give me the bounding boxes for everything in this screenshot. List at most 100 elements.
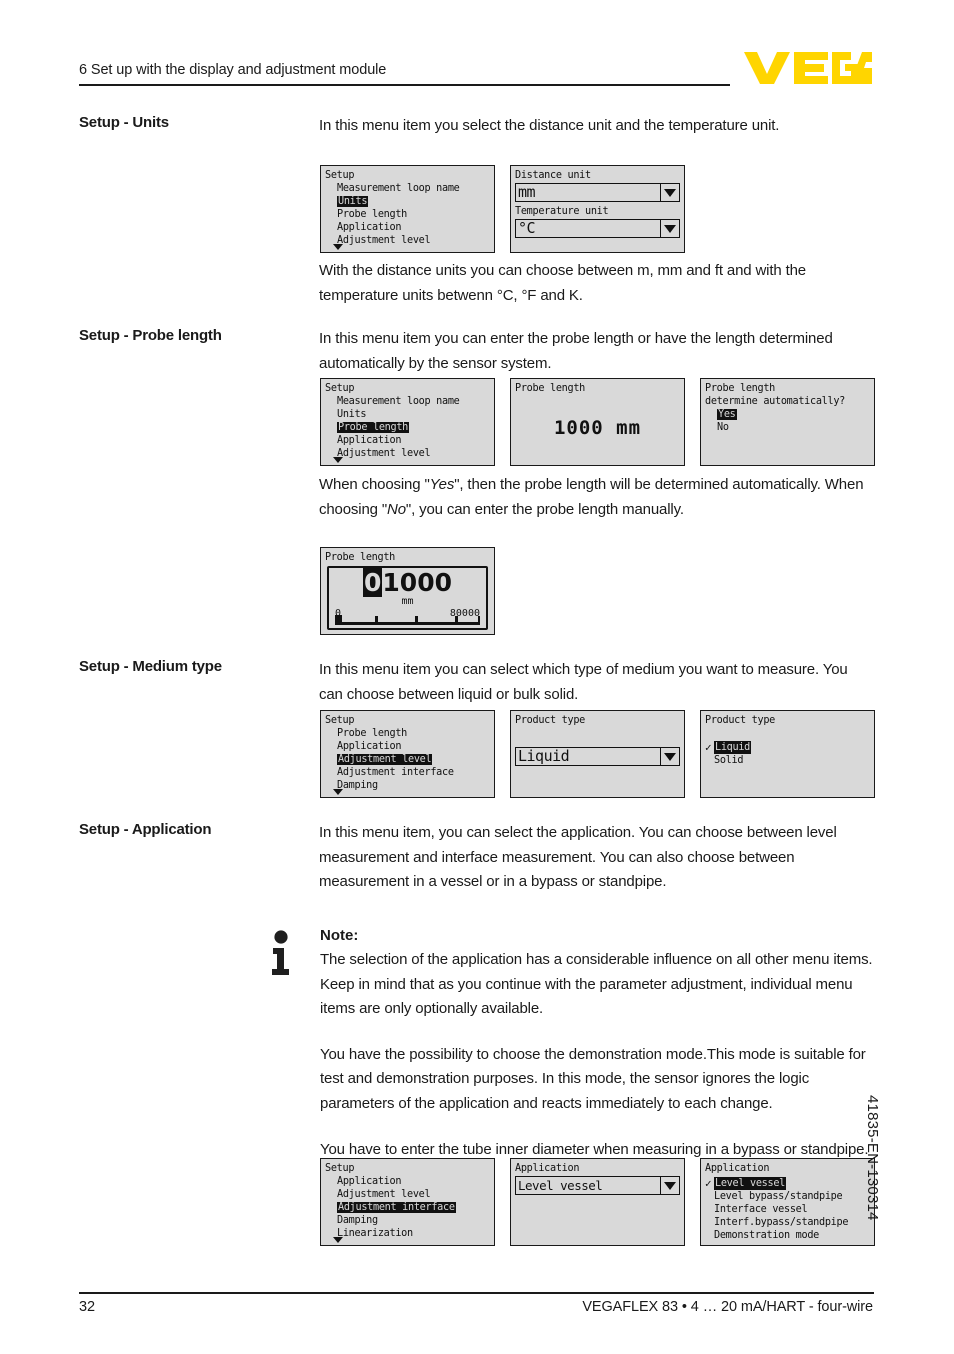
lcd-menu-item-label: Units [337, 409, 367, 421]
lcd-menu-item-selected[interactable]: Units [325, 195, 490, 208]
lcd-menu-item-label: Application [337, 222, 402, 234]
section-units-note: With the distance units you can choose b… [79, 259, 874, 308]
note-paragraph: The selection of the application has a c… [320, 951, 873, 1018]
lcd-menu-item[interactable]: Application [325, 221, 490, 234]
option-label: Interface vessel [714, 1204, 808, 1216]
lcd-menu-item[interactable]: Measurement loop name [325, 395, 490, 408]
paragraph: In this menu item you select the distanc… [319, 117, 780, 134]
note-title: Note: [320, 927, 359, 944]
lcd-menu-item-selected[interactable]: Adjustment interface [325, 1201, 490, 1214]
distance-unit-select[interactable]: mm [515, 183, 680, 203]
lcd-menu-item-selected[interactable]: Adjustment level [325, 753, 490, 766]
lcd-menu-item[interactable]: Damping [325, 779, 490, 792]
lcd-option-label: Yes [717, 409, 737, 421]
temperature-unit-label: Temperature unit [515, 206, 609, 218]
option-label: Level vessel [714, 1177, 787, 1191]
scroll-down-arrow-icon [333, 1237, 343, 1243]
text-suffix: ", you can enter the probe length manual… [405, 500, 684, 518]
lcd-group-medium-type: Setup Probe length Application Adjustmen… [320, 710, 875, 798]
application-option[interactable]: Demonstration mode [705, 1229, 870, 1242]
note-block: Note: The selection of the application h… [268, 925, 874, 1162]
lcd-group-application: Setup Application Adjustment level Adjus… [320, 1158, 875, 1246]
product-line: VEGAFLEX 83 • 4 … 20 mA/HART - four-wire [582, 1299, 873, 1315]
text-no: No [387, 500, 406, 518]
text-yes: Yes [429, 476, 455, 493]
application-option-list: ✓ Level vessel Level bypass/standpipe Int… [705, 1177, 870, 1242]
option-label: Solid [714, 755, 744, 767]
section-probe-length-explain: When choosing "Yes", then the probe leng… [79, 473, 874, 522]
product-type-option[interactable]: Solid [705, 754, 870, 767]
entry-rest-digits: 1000 [382, 568, 452, 598]
lcd-option[interactable]: No [705, 421, 870, 434]
chevron-down-icon[interactable] [660, 1177, 679, 1195]
lcd-menu-item[interactable]: Adjustment level [325, 1188, 490, 1201]
scroll-down-arrow-icon [333, 789, 343, 795]
lcd-option-selected[interactable]: Yes [705, 408, 870, 421]
section-setup-probe-length: Setup - Probe length In this menu item y… [79, 327, 874, 376]
lcd-title-line2: determine automatically? [705, 396, 846, 408]
lcd-menu-item[interactable]: Damping [325, 1214, 490, 1227]
lcd-menu-item[interactable]: Adjustment level [325, 234, 490, 247]
numeric-entry-box[interactable]: 01000 mm 0 80000 [327, 566, 488, 631]
lcd-title: Probe length [325, 552, 396, 563]
lcd-menu-item[interactable]: Adjustment level [325, 447, 490, 460]
lcd-screen-probe-length-value: Probe length 1000 mm [510, 378, 685, 466]
chevron-down-icon[interactable] [660, 184, 679, 202]
option-label: Interf.bypass/standpipe [714, 1217, 849, 1229]
section-label: Setup - Probe length [79, 327, 222, 344]
lcd-menu-item-selected[interactable]: Probe length [325, 421, 490, 434]
section-body: With the distance units you can choose b… [319, 259, 869, 308]
lcd-group-probe-entry: Probe length 01000 mm 0 80000 [320, 547, 495, 635]
lcd-screen-application-list: Application ✓ Level vessel Level bypass/s… [700, 1158, 875, 1246]
header-divider [79, 84, 730, 86]
application-option-selected[interactable]: ✓ Level vessel [705, 1177, 870, 1191]
lcd-menu-item[interactable]: Linearization [325, 1227, 490, 1240]
lcd-screen-setup-menu: Setup Measurement loop name Units Probe … [320, 378, 495, 466]
page-footer: 32 VEGAFLEX 83 • 4 … 20 mA/HART - four-w… [79, 1292, 874, 1315]
lcd-menu-item-label: Damping [337, 780, 378, 792]
lcd-menu-item[interactable]: Application [325, 740, 490, 753]
lcd-menu-item[interactable]: Probe length [325, 727, 490, 740]
application-label: Application [515, 1163, 580, 1174]
lcd-menu-item-label: Probe length [337, 728, 408, 740]
application-option[interactable]: Interface vessel [705, 1203, 870, 1216]
lcd-menu-item[interactable]: Probe length [325, 208, 490, 221]
paragraph: In this menu item you can enter the prob… [319, 330, 833, 372]
section-setup-medium-type: Setup - Medium type In this menu item yo… [79, 658, 874, 707]
application-option[interactable]: Interf.bypass/standpipe [705, 1216, 870, 1229]
section-label: Setup - Application [79, 821, 212, 838]
temperature-unit-select[interactable]: °C [515, 219, 680, 239]
entry-number: 01000 [329, 568, 486, 598]
lcd-menu-item[interactable]: Measurement loop name [325, 182, 490, 195]
lcd-menu-item-label: Application [337, 435, 402, 447]
chevron-down-icon[interactable] [660, 748, 679, 766]
scale-knob[interactable] [335, 615, 342, 626]
product-type-option-selected[interactable]: ✓ Liquid [705, 741, 870, 755]
lcd-menu-item[interactable]: Adjustment interface [325, 766, 490, 779]
chevron-down-icon[interactable] [660, 220, 679, 238]
lcd-menu-item[interactable]: Application [325, 434, 490, 447]
lcd-menu-item-label: Adjustment level [337, 448, 431, 460]
lcd-menu-item[interactable]: Application [325, 1175, 490, 1188]
paragraph: In this menu item, you can select the ap… [319, 824, 837, 891]
note-paragraph: You have the possibility to choose the d… [320, 1045, 866, 1112]
lcd-menu-item[interactable]: Units [325, 408, 490, 421]
lcd-title-line1: Probe length [705, 383, 776, 394]
product-type-select[interactable]: Liquid [515, 747, 680, 767]
product-type-label: Product type [515, 715, 586, 726]
temperature-unit-value: °C [518, 221, 536, 237]
entry-scale[interactable]: 0 80000 [335, 608, 480, 630]
lcd-menu-item-label: Adjustment interface [337, 1202, 456, 1214]
option-label: Level bypass/standpipe [714, 1191, 843, 1203]
section-setup-application: Setup - Application In this menu item, y… [79, 821, 874, 895]
application-option[interactable]: Level bypass/standpipe [705, 1190, 870, 1203]
section-body: In this menu item, you can select the ap… [319, 821, 869, 895]
lcd-menu-item-label: Adjustment level [337, 235, 431, 247]
application-select[interactable]: Level vessel [515, 1176, 680, 1196]
entry-unit: mm [401, 596, 414, 608]
note-body: Note: The selection of the application h… [320, 925, 874, 1162]
scale-tick [375, 616, 378, 626]
lcd-menu-item-label: Adjustment level [337, 754, 433, 766]
section-body: In this menu item you can enter the prob… [319, 327, 869, 376]
vega-logo [744, 50, 872, 86]
